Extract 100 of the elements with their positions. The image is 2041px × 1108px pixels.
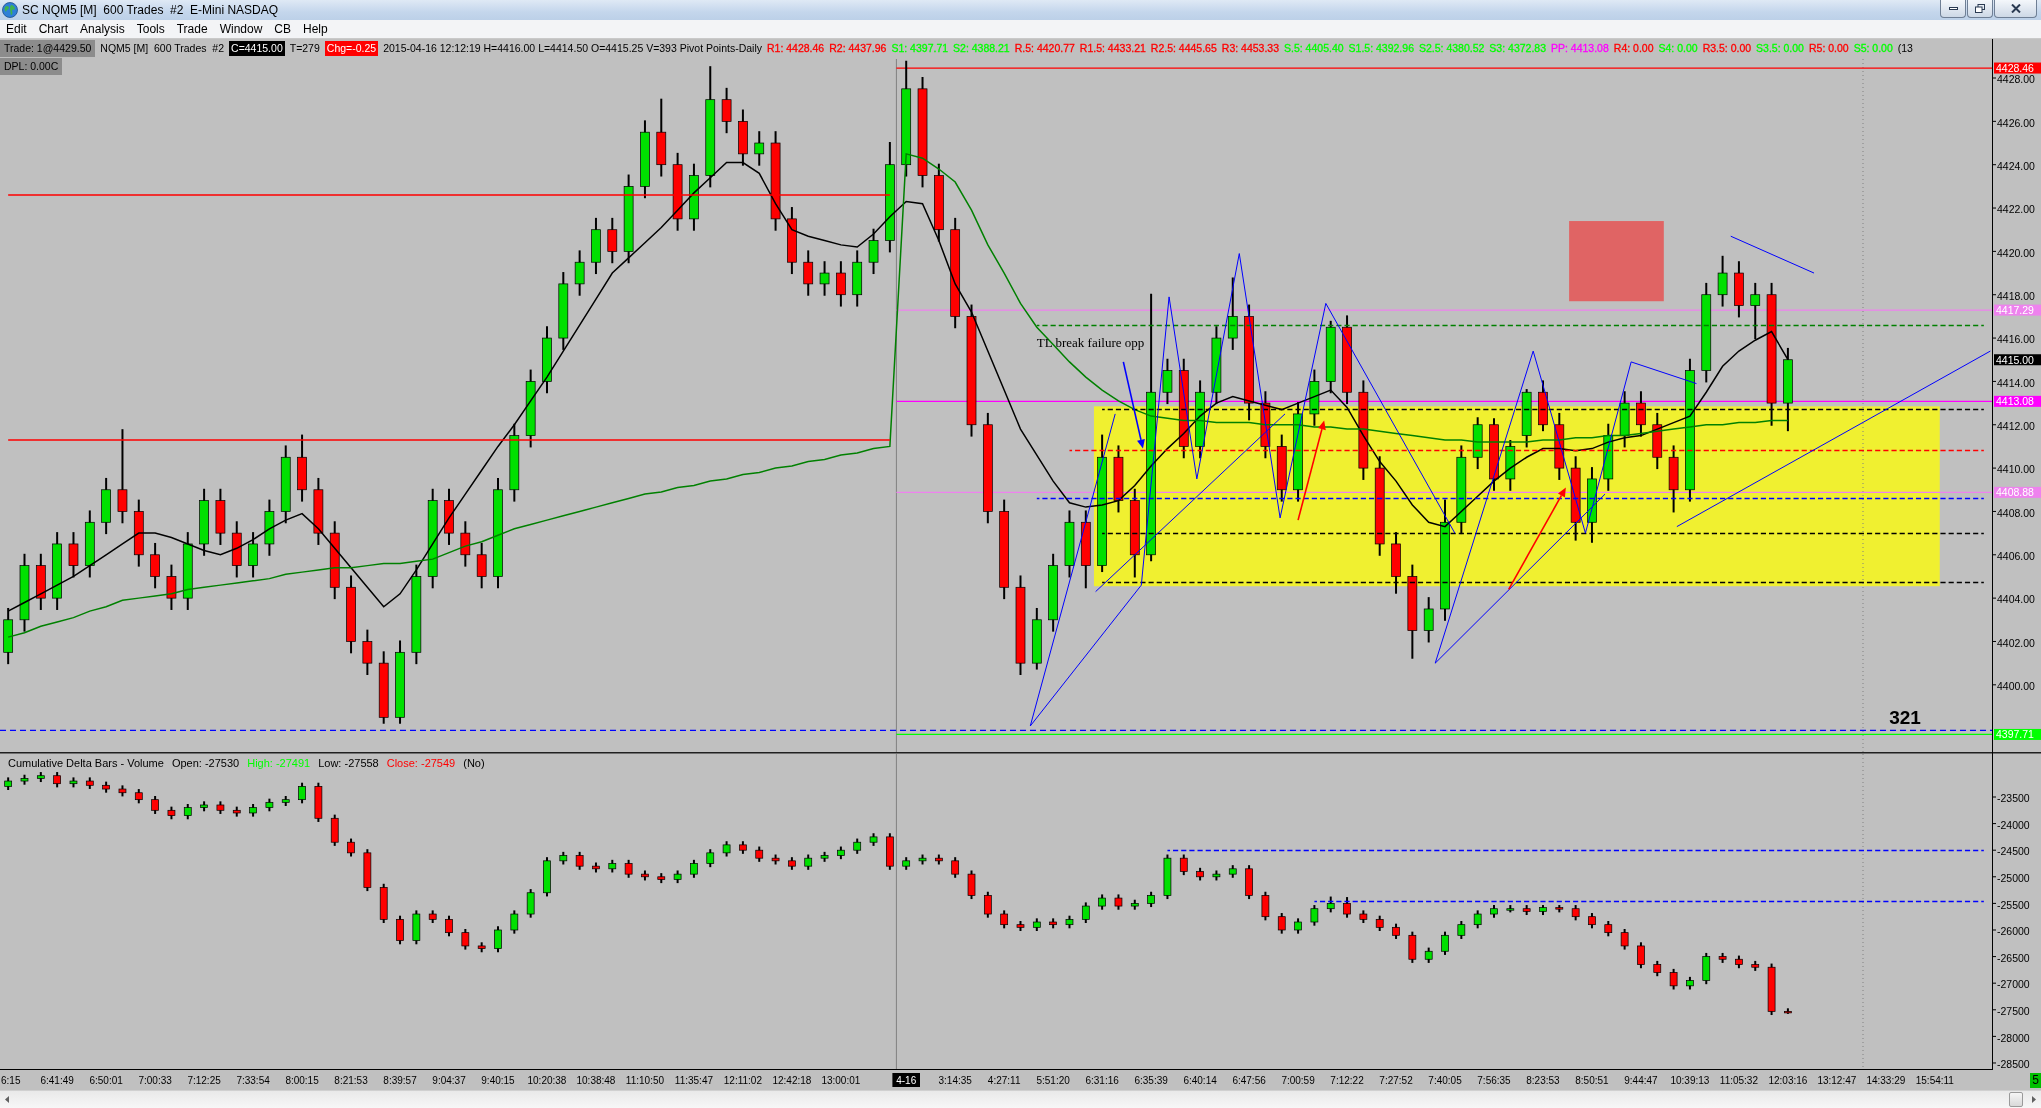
- time-axis-label: 4:27:11: [987, 1074, 1021, 1086]
- axis-tick-label: 4428.00: [1997, 73, 2035, 86]
- axis-tick-label: 4426.00: [1997, 116, 2035, 129]
- time-axis-label: 7:12:22: [1330, 1074, 1364, 1086]
- axis-tick-label: -25000: [1997, 872, 2030, 885]
- time-axis-label: 7:00:59: [1281, 1074, 1315, 1086]
- pivot-value: R3: 4453.33: [1221, 42, 1279, 54]
- axis-tick-label: 4404.00: [1997, 593, 2035, 606]
- axis-tick-label: 4422.00: [1997, 203, 2035, 216]
- info-text: T=279: [289, 42, 320, 54]
- info-badge: Trade: 1@4429.50: [0, 39, 96, 57]
- study-readout: High: -27491: [247, 757, 311, 769]
- time-axis-label: 7:27:52: [1379, 1074, 1413, 1086]
- time-axis-label: 6:40:14: [1183, 1074, 1217, 1086]
- time-axis-label: 10:20:38: [527, 1074, 567, 1086]
- pivot-value: R.5: 4420.77: [1014, 42, 1075, 54]
- pivot-value: R2: 4437.96: [829, 42, 887, 54]
- time-axis-label: 6:15: [1, 1074, 21, 1086]
- axis-tick-label: -25500: [1997, 898, 2030, 911]
- axis-tick-label: -27500: [1997, 1005, 2030, 1018]
- time-axis-label: 10:38:48: [576, 1074, 616, 1086]
- pivot-value: PP: 4413.08: [1551, 42, 1609, 54]
- pivot-value: S5: 0.00: [1853, 42, 1893, 54]
- axis-tick-label: 4408.00: [1997, 506, 2035, 519]
- chart-annotation: TL break failure opp: [1036, 334, 1145, 350]
- time-axis-label: 8:00:15: [285, 1074, 319, 1086]
- time-axis-label: 8:23:53: [1526, 1074, 1560, 1086]
- pivot-value: R5: 0.00: [1808, 42, 1849, 54]
- pivot-value: S2.5: 4380.52: [1418, 42, 1485, 54]
- pivot-value: R1: 4428.46: [767, 42, 825, 54]
- time-axis-label: 7:40:05: [1428, 1074, 1462, 1086]
- pivot-value: R2.5: 4445.65: [1150, 42, 1217, 54]
- change-badge: Chg=-0.25: [324, 40, 379, 56]
- time-axis-label: 6:35:39: [1134, 1074, 1168, 1086]
- time-axis-label: 8:50:51: [1575, 1074, 1609, 1086]
- time-axis-label: 13:12:47: [1817, 1074, 1857, 1086]
- ref-line-label: 4413.08: [1996, 395, 2035, 408]
- pivot-value: R3.5: 0.00: [1702, 42, 1752, 54]
- ref-line-label: 4417.29: [1996, 303, 2035, 316]
- pivot-value: S3.5: 0.00: [1756, 42, 1804, 54]
- study-readout: Low: -27558: [318, 757, 379, 769]
- time-axis-label: 7:00:33: [138, 1074, 172, 1086]
- pivot-value: S2: 4388.21: [953, 42, 1010, 54]
- time-axis-label: 9:44:47: [1624, 1074, 1658, 1086]
- time-axis-label: 11:05:32: [1719, 1074, 1758, 1086]
- axis-tick-label: 4406.00: [1997, 550, 2035, 563]
- time-axis-label: 6:31:16: [1085, 1074, 1119, 1086]
- time-axis-label: 11:35:47: [674, 1074, 714, 1086]
- pivot-value: S1: 4397.71: [891, 42, 949, 54]
- corner-indicator: 5: [2030, 1072, 2041, 1088]
- time-axis-label: 7:56:35: [1477, 1074, 1511, 1086]
- ref-line-label: 4397.71: [1996, 728, 2035, 741]
- axis-tick-label: -24000: [1997, 818, 2030, 831]
- pivot-value: S4: 0.00: [1658, 42, 1698, 54]
- time-axis-label: 6:50:01: [89, 1074, 123, 1086]
- price-tag: 4408.88: [1994, 486, 2041, 499]
- pivot-value: R4: 0.00: [1613, 42, 1654, 54]
- time-axis-label: 5:51:20: [1036, 1074, 1070, 1086]
- time-axis-label: 15:54:11: [1915, 1074, 1954, 1086]
- pivot-value: S.5: 4405.40: [1284, 42, 1344, 54]
- info-text: (13: [1897, 42, 1913, 54]
- axis-tick-label: 4414.00: [1997, 376, 2035, 389]
- axis-tick-label: 4400.00: [1997, 680, 2035, 693]
- axis-tick-label: 4416.00: [1997, 333, 2035, 346]
- study-title: Cumulative Delta Bars - Volume: [8, 757, 164, 769]
- time-axis-label: 6:41:49: [40, 1074, 74, 1086]
- info-text: NQM5 [M] 600 Trades #2: [100, 42, 225, 54]
- axis-tick-label: 4410.00: [1997, 463, 2035, 476]
- time-axis-label: 6:47:56: [1232, 1074, 1266, 1086]
- price-tag: 4415.00: [1994, 353, 2041, 366]
- pivot-value: R1.5: 4433.21: [1079, 42, 1146, 54]
- time-axis-label: 7:33:54: [236, 1074, 270, 1086]
- time-axis-label: 11:10:50: [625, 1074, 665, 1086]
- ref-line-label: 4428.46: [1996, 61, 2035, 74]
- axis-tick-label: 4420.00: [1997, 246, 2035, 259]
- axis-tick-label: -26500: [1997, 951, 2030, 964]
- axis-tick-label: -28500: [1997, 1058, 2030, 1070]
- ref-line-label: 4408.88: [1996, 486, 2035, 499]
- pivot-value: S3: 4372.83: [1489, 42, 1546, 54]
- time-axis-label: 8:21:53: [334, 1074, 368, 1086]
- price-tag: 4413.08: [1994, 395, 2041, 408]
- chart-annotation: 321: [1889, 706, 1921, 728]
- info-text: 2015-04-16 12:12:19 H=4416.00 L=4414.50 O=4415.25 V=393 Pivot Points-Daily: [383, 42, 762, 54]
- time-axis-label: 13:00:01: [821, 1074, 861, 1086]
- study-readout: Close: -27549: [386, 757, 456, 769]
- time-axis-label: 14:33:29: [1866, 1074, 1906, 1086]
- study-readout: Open: -27530: [171, 757, 240, 769]
- price-tag: 4417.29: [1994, 303, 2041, 316]
- axis-tick-label: 4402.00: [1997, 636, 2035, 649]
- time-axis-label: 12:03:16: [1768, 1074, 1808, 1086]
- window-title: SC NQM5 [M] 600 Trades #2 E-Mini NASDAQ: [22, 3, 279, 17]
- x-tick-label: 4-16: [896, 1074, 917, 1086]
- axis-tick-label: 4412.00: [1997, 420, 2035, 432]
- price-badge: C=4415.00: [229, 40, 285, 56]
- time-axis-label: 12:42:18: [772, 1074, 812, 1086]
- time-axis-label: 9:40:15: [481, 1074, 515, 1086]
- time-axis-label: 7:12:25: [187, 1074, 221, 1086]
- date-label: 4-16: [892, 1073, 920, 1087]
- axis-tick-label: -27000: [1997, 978, 2030, 991]
- axis-tick-label: 4424.00: [1997, 159, 2035, 172]
